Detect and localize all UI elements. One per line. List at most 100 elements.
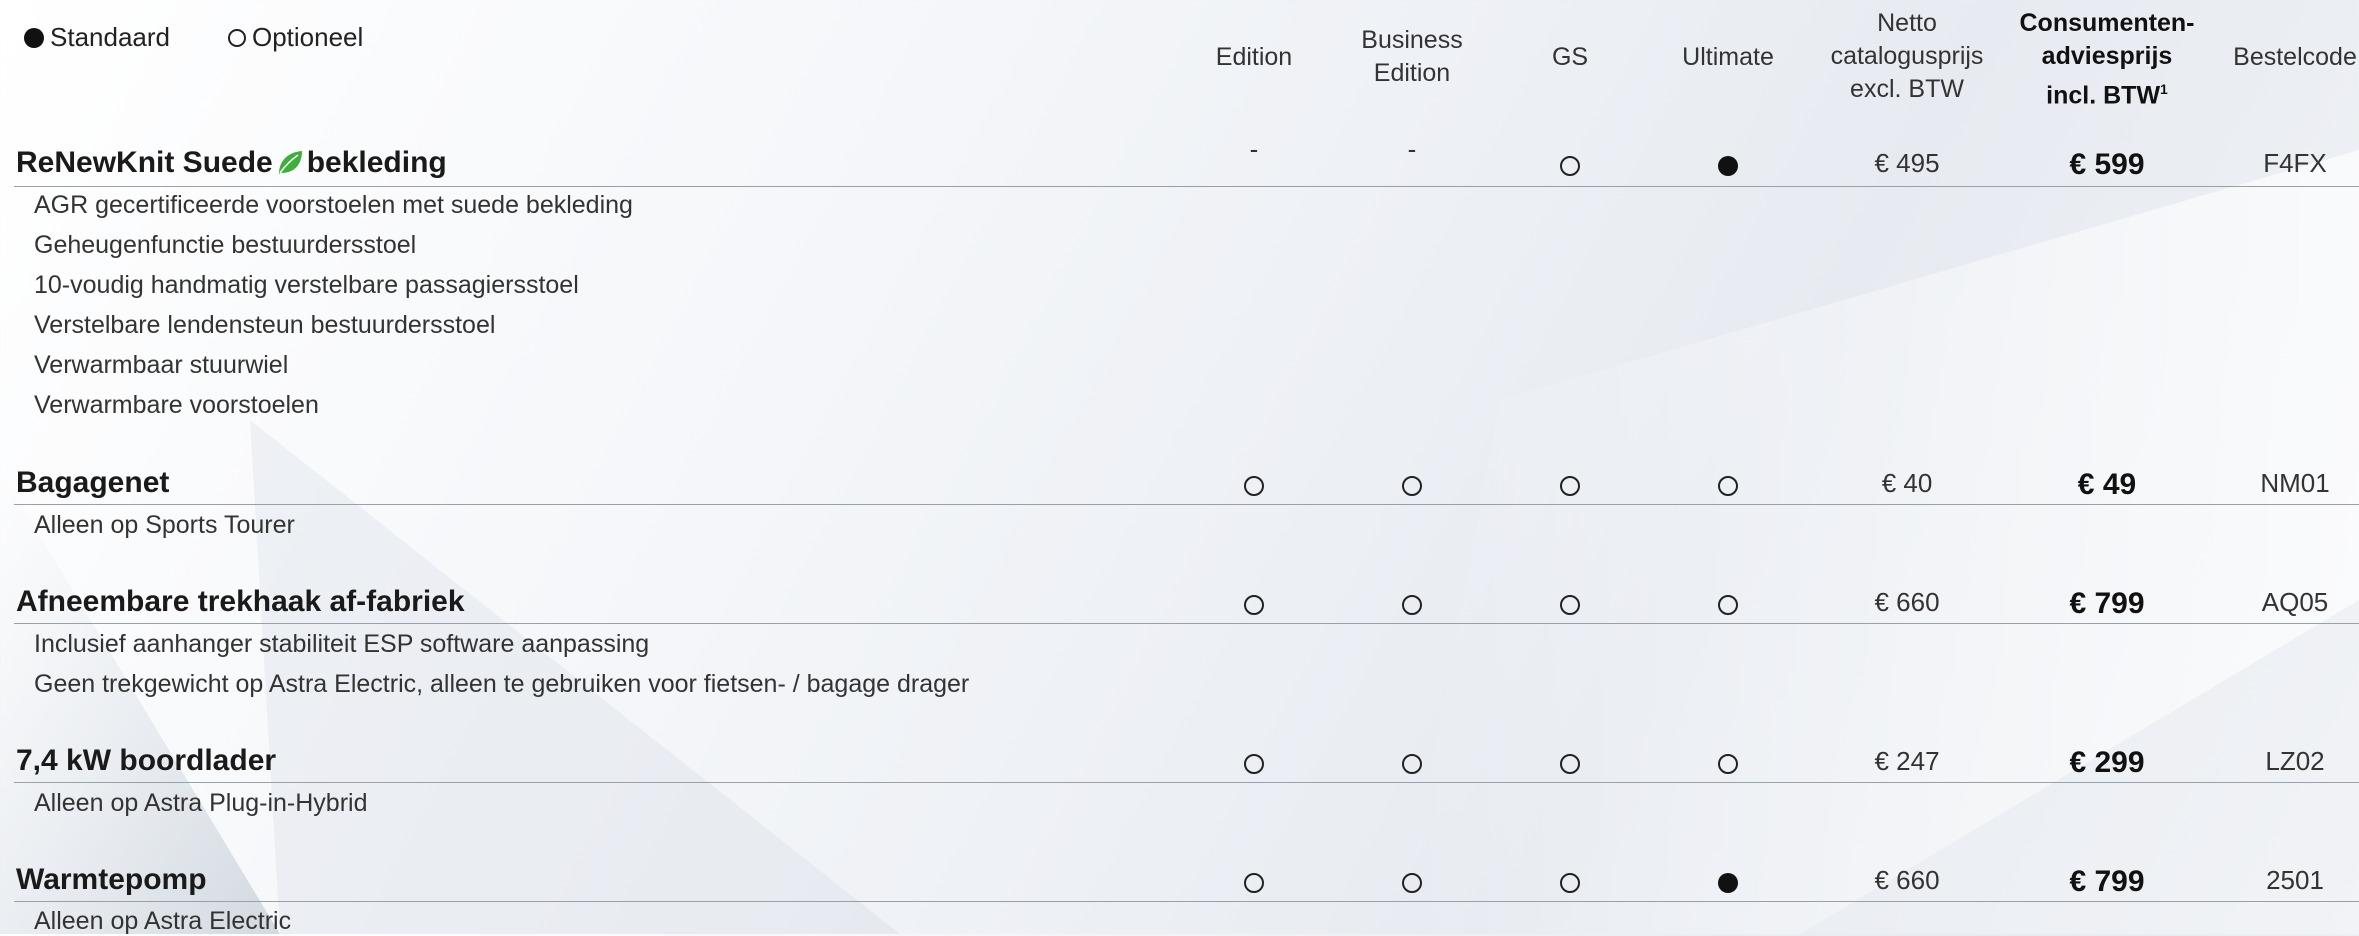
legend-optional-label: Optioneel <box>251 22 364 52</box>
legend: Standaard Optioneel <box>24 22 363 53</box>
cell-gs-optional <box>1560 750 1580 781</box>
row-title-boordlader: 7,4 kW boordlader <box>16 744 277 777</box>
open-circle-icon <box>1560 156 1580 176</box>
detail-line: Inclusief aanhanger stabiliteit ESP soft… <box>34 630 650 658</box>
cell-gs-optional <box>1560 869 1580 900</box>
divider <box>14 782 2359 783</box>
detail-line: Alleen op Astra Plug-in-Hybrid <box>34 789 368 817</box>
cell-edition-dash: - <box>1249 134 1259 164</box>
open-circle-icon <box>1560 595 1580 615</box>
open-circle-icon <box>1244 873 1264 893</box>
row-title-bagagenet: Bagagenet <box>16 466 170 499</box>
cell-ultimate-optional <box>1718 750 1738 781</box>
cell-net-price: € 495 <box>1874 148 1940 178</box>
detail-line: AGR gecertificeerde voorstoelen met sued… <box>34 191 633 219</box>
open-circle-icon <box>1560 754 1580 774</box>
column-header-net-line2: catalogusprijs <box>1830 42 1984 70</box>
cell-consumer-price: € 799 <box>2069 865 2145 898</box>
open-circle-icon <box>1402 754 1422 774</box>
cell-net-price: € 660 <box>1874 587 1940 617</box>
detail-line: Verstelbare lendensteun bestuurdersstoel <box>34 311 496 339</box>
column-header-consumer-line1: Consumenten- <box>2019 9 2195 37</box>
column-header-net-line3: excl. BTW <box>1850 75 1964 103</box>
open-circle-icon <box>1402 873 1422 893</box>
column-header-business-line2: Edition <box>1373 59 1451 87</box>
row-title-renewknit-part1: ReNewKnit Suede <box>16 146 273 179</box>
detail-line: Alleen op Astra Electric <box>34 907 292 935</box>
open-circle-icon <box>1402 595 1422 615</box>
cell-code: NM01 <box>2260 468 2330 498</box>
cell-gs-optional <box>1560 472 1580 503</box>
row-title-warmtepomp: Warmtepomp <box>16 863 207 896</box>
open-circle-icon <box>1560 476 1580 496</box>
cell-code: LZ02 <box>2265 746 2325 776</box>
divider <box>14 186 2359 187</box>
leaf-icon <box>278 151 302 174</box>
detail-line: 10-voudig handmatig verstelbare passagie… <box>34 271 579 299</box>
open-circle-icon <box>1244 476 1264 496</box>
cell-business-optional <box>1402 591 1422 622</box>
cell-net-price: € 40 <box>1881 468 1933 498</box>
cell-business-dash: - <box>1407 134 1417 164</box>
filled-circle-icon <box>1718 873 1738 893</box>
row-title-trekhaak: Afneembare trekhaak af-fabriek <box>16 585 465 618</box>
open-circle-icon <box>1718 595 1738 615</box>
column-header-code-label: Bestelcode <box>2233 43 2357 71</box>
cell-consumer-price: € 799 <box>2069 587 2145 620</box>
open-circle-icon <box>1718 476 1738 496</box>
open-circle-icon <box>1560 873 1580 893</box>
cell-gs-optional <box>1560 591 1580 622</box>
detail-line: Verwarmbare voorstoelen <box>34 391 319 419</box>
cell-edition-optional <box>1244 472 1264 503</box>
cell-consumer-price: € 49 <box>2077 468 2137 501</box>
cell-ultimate-standard <box>1718 152 1738 183</box>
detail-line: Geheugenfunctie bestuurdersstoel <box>34 231 417 259</box>
cell-consumer-price: € 599 <box>2069 148 2145 181</box>
cell-code: F4FX <box>2263 148 2327 178</box>
column-header-code: Bestelcode <box>2233 41 2357 74</box>
legend-standard: Standaard <box>24 22 170 53</box>
open-circle-icon <box>1402 476 1422 496</box>
column-header-consumer-line2: adviesprijs <box>2041 42 2173 70</box>
column-header-ultimate: Ultimate <box>1682 41 1774 74</box>
detail-line: Geen trekgewicht op Astra Electric, alle… <box>34 670 970 698</box>
detail-line: Alleen op Sports Tourer <box>34 511 295 539</box>
cell-code: AQ05 <box>2261 587 2329 617</box>
legend-standard-label: Standaard <box>50 22 170 52</box>
legend-optional: Optioneel <box>227 22 364 53</box>
column-header-business-line1: Business <box>1361 26 1463 54</box>
column-header-consumer-line3-text: incl. BTW <box>2046 81 2161 110</box>
column-header-edition: Edition <box>1216 41 1292 74</box>
column-header-consumer-line3: incl. BTW1 <box>2020 73 2195 112</box>
column-header-business-edition: Business Edition <box>1361 24 1462 90</box>
cell-edition-optional <box>1244 750 1264 781</box>
cell-ultimate-standard <box>1718 869 1738 900</box>
row-title-renewknit-part2: bekleding <box>306 146 447 179</box>
divider <box>14 504 2359 505</box>
column-header-edition-label: Edition <box>1215 43 1293 71</box>
column-header-net-line1: Netto <box>1877 9 1937 37</box>
cell-business-optional <box>1402 750 1422 781</box>
open-circle-icon <box>1244 754 1264 774</box>
cell-business-optional <box>1402 869 1422 900</box>
row-title-renewknit: ReNewKnit Suede bekleding <box>16 146 447 180</box>
column-header-ultimate-label: Ultimate <box>1682 43 1774 71</box>
detail-line: Verwarmbaar stuurwiel <box>34 351 289 379</box>
open-circle-icon <box>227 28 246 47</box>
column-header-gs: GS <box>1552 41 1588 74</box>
filled-circle-icon <box>1718 156 1738 176</box>
open-circle-icon <box>1718 754 1738 774</box>
cell-business-optional <box>1402 472 1422 503</box>
divider <box>14 901 2359 902</box>
column-header-net-price: Netto catalogusprijs excl. BTW <box>1831 7 1984 106</box>
cell-ultimate-optional <box>1718 472 1738 503</box>
divider <box>14 623 2359 624</box>
column-header-consumer-price: Consumenten- adviesprijs incl. BTW1 <box>2020 7 2195 112</box>
open-circle-icon <box>1244 595 1264 615</box>
cell-consumer-price: € 299 <box>2069 746 2145 779</box>
cell-gs-optional <box>1560 152 1580 183</box>
cell-net-price: € 660 <box>1874 865 1940 895</box>
column-header-gs-label: GS <box>1551 43 1589 71</box>
cell-net-price: € 247 <box>1874 746 1940 776</box>
cell-edition-optional <box>1244 869 1264 900</box>
